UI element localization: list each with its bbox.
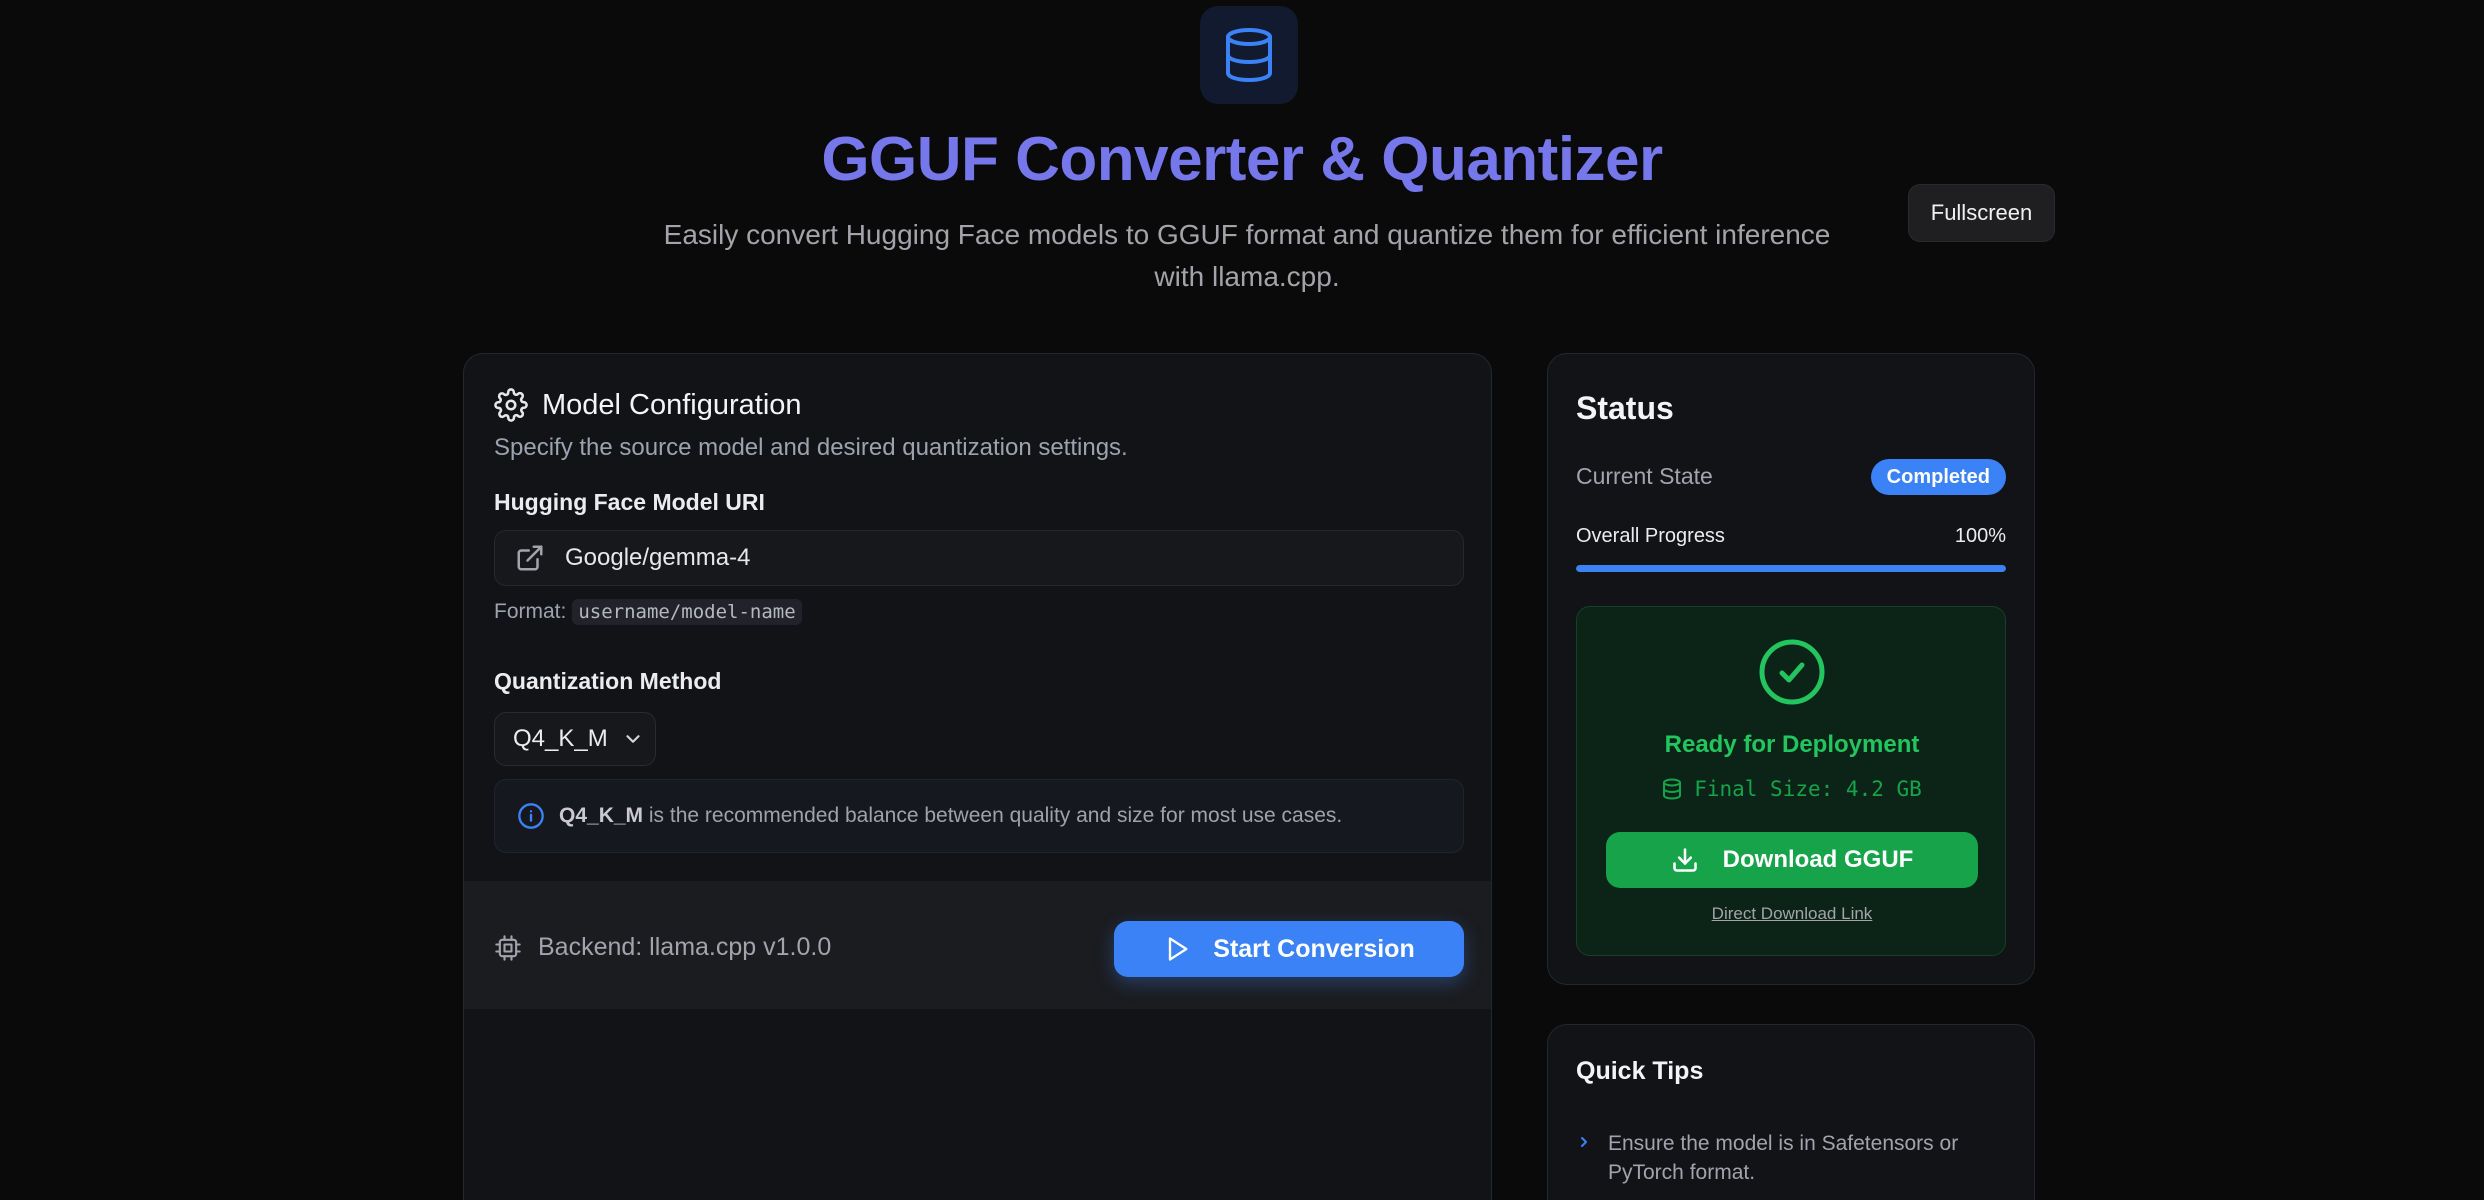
quick-tips-card: Quick Tips Ensure the model is in Safete… [1547, 1024, 2035, 1200]
current-state-label: Current State [1576, 463, 1713, 489]
quantization-value: Q4_K_M [513, 725, 608, 752]
tips-title: Quick Tips [1576, 1057, 1704, 1085]
fullscreen-button[interactable]: Fullscreen [1908, 184, 2055, 242]
start-conversion-label: Start Conversion [1213, 934, 1415, 963]
info-body: is the recommended balance between quali… [643, 804, 1343, 827]
status-card: Status Current State Completed Overall P… [1547, 353, 2035, 985]
database-icon [1226, 28, 1272, 83]
logo [1200, 6, 1298, 104]
format-code: username/model-name [572, 599, 802, 625]
download-icon [1672, 848, 1697, 872]
card-header: Model Configuration [494, 388, 802, 422]
page-subtitle: Easily convert Hugging Face models to GG… [663, 219, 1831, 292]
progress-value: 100% [1954, 525, 2006, 547]
final-size: Final Size: 4.2 GB [1577, 777, 2007, 801]
check-circle-icon [1759, 639, 1825, 705]
model-uri-input[interactable]: Google/gemma-4 [494, 530, 1464, 586]
uri-label: Hugging Face Model URI [494, 489, 765, 515]
info-icon [518, 803, 544, 829]
quantization-label: Quantization Method [494, 668, 722, 694]
progress-fill [1576, 565, 2006, 572]
model-configuration-card: Model Configuration Specify the source m… [463, 353, 1492, 1200]
config-footer: Backend: llama.cpp v1.0.0 Start Conversi… [464, 881, 1491, 1009]
final-size-text: Final Size: 4.2 GB [1694, 777, 1922, 801]
model-uri-value[interactable]: Google/gemma-4 [565, 544, 750, 572]
ready-text: Ready for Deployment [1664, 731, 1920, 758]
chevron-down-icon [626, 735, 640, 743]
database-icon [1663, 778, 1682, 800]
progress-bar [1576, 565, 2006, 572]
quantization-select[interactable]: Q4_K_M [494, 712, 656, 766]
info-text: Q4_K_M is the recommended balance betwee… [559, 804, 1342, 828]
tip-item: Ensure the model is in Safetensors or Py… [1576, 1129, 1996, 1187]
start-conversion-button[interactable]: Start Conversion [1114, 921, 1464, 977]
card-title: Model Configuration [542, 388, 802, 421]
chevron-right-icon [1581, 1137, 1587, 1147]
progress-label: Overall Progress [1576, 525, 1725, 547]
cpu-icon [495, 934, 521, 961]
quantization-info: Q4_K_M is the recommended balance betwee… [494, 779, 1464, 853]
backend-label: Backend: llama.cpp v1.0.0 [538, 933, 832, 961]
format-hint: Format: username/model-name [494, 599, 802, 625]
tip-text: Ensure the model is in Safetensors or Py… [1608, 1132, 1959, 1184]
backend-info: Backend: llama.cpp v1.0.0 [494, 933, 831, 962]
download-label: Download GGUF [1722, 846, 1914, 873]
info-strong: Q4_K_M [559, 804, 644, 827]
status-badge: Completed [1870, 459, 2006, 495]
download-gguf-button[interactable]: Download GGUF [1606, 832, 1978, 888]
format-prefix: Format: [494, 600, 567, 623]
play-icon [1169, 937, 1188, 961]
card-description: Specify the source model and desired qua… [494, 434, 1128, 461]
gear-icon [494, 388, 528, 422]
success-panel: Ready for Deployment Final Size: 4.2 GB … [1576, 606, 2006, 956]
external-link-icon [517, 545, 543, 571]
status-title: Status [1576, 390, 1674, 426]
app-page: GGUF Converter & Quantizer Easily conver… [0, 0, 2484, 1200]
page-title: GGUF Converter & Quantizer [821, 125, 1663, 194]
direct-download-link[interactable]: Direct Download Link [1577, 904, 2007, 924]
